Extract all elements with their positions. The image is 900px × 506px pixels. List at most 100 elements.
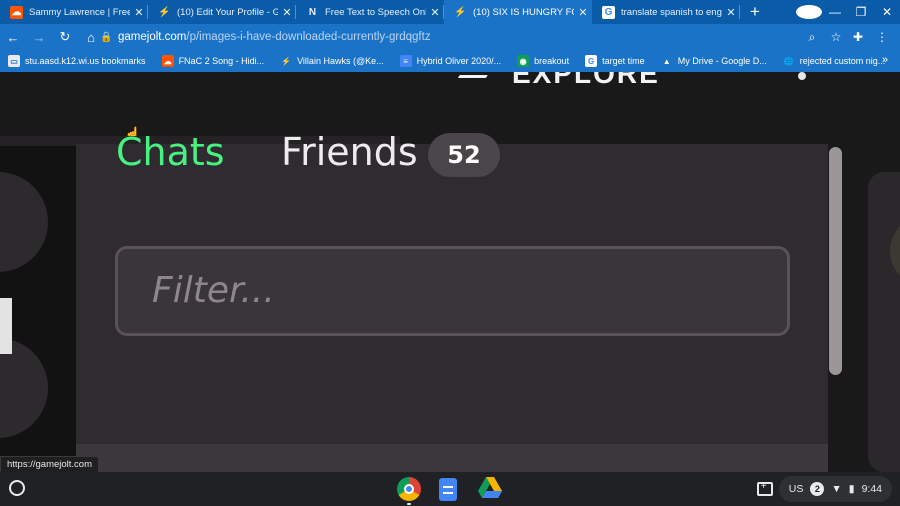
locale-label: US [788,483,804,495]
bookmark-label: Hybrid Oliver 2020/... [416,56,502,66]
minimize-button[interactable]: — [822,5,848,19]
close-icon[interactable]: ✕ [426,6,444,19]
toolbar-actions: ✚ ⋮ [846,24,894,50]
browser-tab[interactable]: ☁ Sammy Lawrence | Free L ✕ [0,0,148,24]
back-button[interactable]: ← [0,30,26,45]
close-icon[interactable]: ✕ [278,6,296,19]
naturalreader-icon: N [308,6,317,18]
docs-app-icon[interactable] [439,478,457,501]
chevron-right-icon[interactable]: » [882,54,888,66]
window-controls: ▼ — ❐ ✕ [796,0,900,24]
lock-icon[interactable]: 🔒 [100,32,118,43]
chevron-down-icon: ▼ [796,5,822,19]
tab-search-button[interactable]: ▼ [796,5,822,19]
scrollbar-thumb[interactable] [829,147,842,375]
os-shelf: US 2 ▼ ▮ 9:44 [0,472,900,506]
running-indicator [407,503,411,505]
url-host: gamejolt.com [118,31,187,43]
status-bubble: https://gamejolt.com [0,456,100,473]
drive-icon: ▲ [662,56,671,66]
tab-list: ☁ Sammy Lawrence | Free L ✕ ⚡ (10) Edit Your… [0,0,740,24]
browser-tab[interactable]: N Free Text to Speech Onlin ✕ [296,0,444,24]
notification-count: 2 [810,482,825,496]
filter-field[interactable] [115,246,790,336]
tab-title: translate spanish to englis [621,6,722,18]
tab-title: (10) SIX IS HUNGRY FOR [473,6,574,18]
gamejolt-logo[interactable] [0,72,360,90]
tab-friends[interactable]: Friends [281,130,418,174]
close-window-button[interactable]: ✕ [874,5,900,19]
more-icon[interactable] [798,72,806,80]
search-icon[interactable]: ⌕ [800,30,824,45]
tab-title: (10) Edit Your Profile - Gam [177,6,278,18]
bookmark-label: My Drive - Google D... [677,56,767,66]
close-icon[interactable]: ✕ [722,6,740,19]
filter-input[interactable] [152,267,752,313]
bookmark-item[interactable]: ▭ stu.aasd.k12.wi.us bookmarks [8,55,146,67]
tab-strip: ☁ Sammy Lawrence | Free L ✕ ⚡ (10) Edit Your… [0,0,900,24]
bookmark-label: breakout [534,56,570,66]
clock: 9:44 [861,483,882,495]
gamejolt-icon: ⚡ [454,6,467,18]
browser-toolbar: ← → ↻ ⌂ 🔒 gamejolt.com/p/images-i-have-d… [0,24,900,50]
close-icon[interactable]: ✕ [130,6,148,19]
tab-separator [739,5,740,19]
explore-link[interactable]: EXPLORE [512,72,660,90]
menu-icon[interactable]: ⋮ [870,30,894,44]
browser-tab[interactable]: ⚡ (10) SIX IS HUNGRY FOR✕ [444,0,592,24]
folder-icon: ▭ [8,55,20,67]
wifi-icon: ▼ [831,483,842,495]
star-icon[interactable]: ☆ [824,30,848,44]
gamejolt-icon: ⚡ [281,56,292,66]
bookmarks-bar: ▭ stu.aasd.k12.wi.us bookmarks ☁ FNaC 2 Son… [0,50,900,72]
url-text[interactable]: gamejolt.com/p/images-i-have-downloaded-… [118,31,800,43]
bookmark-label: rejected custom nig... [799,56,886,66]
bookmark-item[interactable]: ◉ breakout [517,55,569,67]
google-icon: G [585,55,598,67]
holding-space-icon[interactable] [756,481,773,496]
sidebar-tab[interactable] [0,298,12,354]
bookmark-item[interactable]: ≡ Hybrid Oliver 2020/... [399,55,502,67]
extensions-icon[interactable]: ✚ [846,30,870,44]
browser-tab[interactable]: Gtranslate spanish to englis ✕ [592,0,740,24]
tab-title: Sammy Lawrence | Free L [29,6,130,18]
soundcloud-icon: ☁ [10,5,23,19]
gamejolt-icon: ⚡ [158,6,171,18]
bookmark-label: Villain Hawks (@Ke... [297,56,384,66]
bookmark-label: stu.aasd.k12.wi.us bookmarks [25,56,146,66]
right-card [868,172,900,472]
system-tray[interactable]: US 2 ▼ ▮ 9:44 [778,476,892,502]
close-icon[interactable]: ✕ [574,6,592,19]
url-path: /p/images-i-have-downloaded-currently-gr… [186,31,431,43]
forward-button[interactable]: → [26,30,52,45]
battery-icon: ▮ [848,483,855,495]
drive-app-icon[interactable] [478,477,502,499]
bookmark-item[interactable]: ⚡ Villain Hawks (@Ke... [280,55,384,67]
globe-icon: 🌐 [783,56,794,66]
bookmark-label: target time [602,56,645,66]
google-icon: G [602,5,615,19]
soundcloud-icon: ☁ [161,55,174,67]
browser-tab[interactable]: ⚡ (10) Edit Your Profile - Gam✕ [148,0,296,24]
compass-icon [457,72,495,78]
new-tab-button[interactable]: + [740,0,770,24]
address-bar[interactable]: 🔒 gamejolt.com/p/images-i-have-downloade… [100,26,848,48]
friends-count-badge: 52 [428,133,500,177]
chrome-app-icon[interactable] [397,477,421,501]
docs-icon: ≡ [399,55,412,67]
bookmark-item[interactable]: ▲ My Drive - Google D... [661,55,767,67]
bookmark-item[interactable]: Gtarget time [585,55,645,67]
bookmark-list: ▭ stu.aasd.k12.wi.us bookmarks ☁ FNaC 2 Son… [8,55,900,67]
bookmark-item[interactable]: ☁ FNaC 2 Song - Hidi... [161,55,265,67]
bookmark-label: FNaC 2 Song - Hidi... [178,56,265,66]
tab-chats[interactable]: Chats [116,130,225,174]
launcher-icon[interactable] [9,480,25,496]
classroom-icon: ◉ [517,55,530,67]
reload-button[interactable]: ↻ [52,29,78,45]
tab-title: Free Text to Speech Onlin [325,6,426,18]
bookmark-item[interactable]: 🌐 rejected custom nig... [783,55,886,67]
list-divider [76,444,828,472]
maximize-button[interactable]: ❐ [848,5,874,19]
status-tray[interactable]: US 2 ▼ ▮ 9:44 [756,475,892,503]
avatar[interactable] [0,172,48,272]
